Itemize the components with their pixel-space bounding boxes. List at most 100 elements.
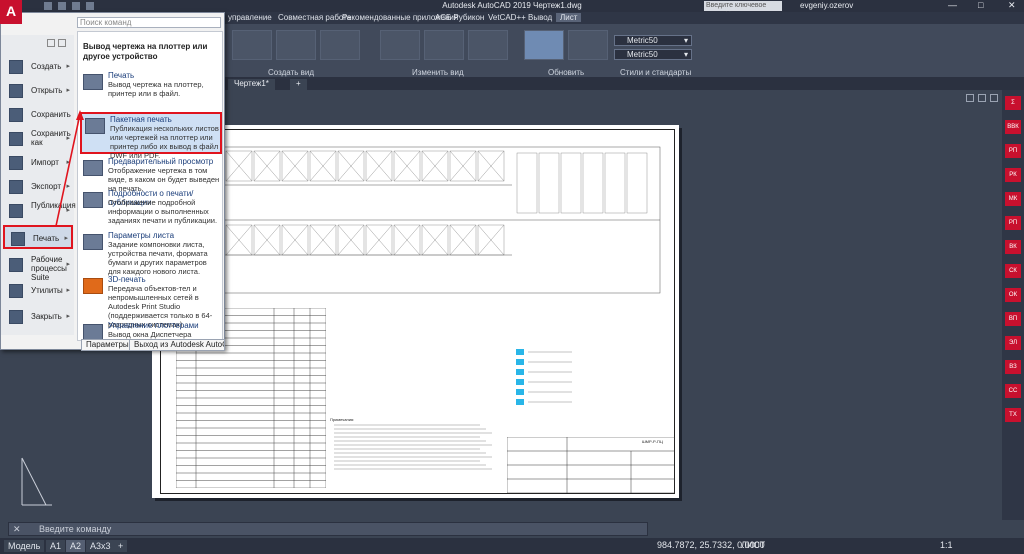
user-name[interactable]: evgeniy.ozerov (800, 1, 853, 10)
menu-item-suite-workflows[interactable]: Рабочие процессы Suite ▸ (3, 253, 73, 282)
doc-tab-drawing1[interactable]: Чертеж1* (228, 79, 275, 90)
toolbar-tool-button[interactable]: ОК (1005, 288, 1021, 302)
style-select-2[interactable]: Metric50 (614, 49, 692, 60)
ribbon-button[interactable] (320, 30, 360, 60)
menu-item-publish[interactable]: Публикация ▸ (3, 199, 76, 223)
plot-details-icon (83, 192, 103, 208)
legend-symbol (516, 359, 524, 365)
new-layout-button[interactable]: + (114, 540, 128, 552)
title-block (507, 437, 675, 493)
menu-item-label: Публикация (31, 201, 76, 210)
menu-item-save-as[interactable]: Сохранить как ▸ (3, 127, 73, 151)
toolbar-tool-button[interactable]: РП (1005, 144, 1021, 158)
menu-item-export[interactable]: Экспорт ▸ (3, 175, 73, 199)
submenu-item-plotter-manager[interactable]: Управление плоттерами Вывод окна Диспетч… (80, 320, 222, 348)
submenu-item-page-setup[interactable]: Параметры листа Задание компоновки листа… (80, 230, 222, 276)
submenu-item-plot-details[interactable]: Подробности о печати/публикации Отображе… (80, 188, 222, 230)
submenu-item-plot[interactable]: Печать Вывод чертежа на плоттер, принтер… (80, 70, 222, 112)
annotation-scale[interactable]: 1:1 (940, 540, 953, 550)
publish-icon (9, 204, 23, 218)
menu-item-label: Сохранить (31, 110, 71, 119)
search-input[interactable]: Введите ключевое слово/фразу (704, 1, 782, 19)
panel-title-update: Обновить (548, 68, 585, 77)
tab-output[interactable]: Вывод (528, 13, 552, 22)
submenu-item-batch-plot[interactable]: Пакетная печать Публикация нескольких ли… (80, 112, 222, 160)
toolbar-tool-button[interactable]: СК (1005, 264, 1021, 278)
print-submenu: Вывод чертежа на плоттер или другое устр… (77, 31, 223, 348)
toolbar-tool-button[interactable]: ВЗ (1005, 360, 1021, 374)
panel-title-create-view: Создать вид (268, 68, 315, 77)
layout-tab-a2[interactable]: A2 (66, 540, 86, 552)
menu-item-utilities[interactable]: Утилиты ▸ (3, 279, 73, 303)
ribbon-button[interactable] (568, 30, 608, 60)
toolbar-tool-button[interactable]: ВП (1005, 312, 1021, 326)
toolbar-tool-button[interactable]: РК (1005, 168, 1021, 182)
ribbon-button[interactable] (468, 30, 508, 60)
legend-symbol (516, 349, 524, 355)
save-icon (9, 108, 23, 122)
submenu-item-desc: Вывод чертежа на плоттер, принтер или в … (108, 80, 204, 98)
restore-viewport-icon[interactable] (978, 94, 986, 102)
style-select-1[interactable]: Metric50 (614, 35, 692, 46)
plan-room (538, 152, 560, 214)
command-line[interactable]: ✕ Введите команду (8, 522, 648, 536)
close-button[interactable]: ✕ (1008, 0, 1016, 11)
chevron-right-icon: ▸ (64, 235, 68, 242)
new-tab-button[interactable]: + (290, 79, 307, 90)
exit-autocad-button[interactable]: Выход из Autodesk AutoCAD 2019 (129, 339, 225, 351)
page-setup-icon (83, 234, 103, 250)
panel-title-modify-view: Изменить вид (412, 68, 464, 77)
toolbar-tool-button[interactable]: МК (1005, 192, 1021, 206)
ribbon-button[interactable] (232, 30, 272, 60)
tab-collaborate[interactable]: Совместная работа (278, 13, 351, 22)
maximize-button[interactable]: □ (978, 0, 983, 10)
space-toggle[interactable]: ЛИСТ (741, 540, 765, 550)
toolbar-tool-button[interactable]: ВВК (1005, 120, 1021, 134)
options-button[interactable]: Параметры (81, 339, 134, 351)
plan-room (516, 152, 538, 214)
save-as-icon (9, 132, 23, 146)
update-button[interactable] (524, 30, 564, 60)
legend-symbol (516, 379, 524, 385)
panel-title-styles: Стили и стандарты (620, 68, 692, 77)
close-viewport-icon[interactable] (990, 94, 998, 102)
minimize-viewport-icon[interactable] (966, 94, 974, 102)
menu-item-print[interactable]: Печать ▸ (3, 225, 73, 249)
tab-vetcad[interactable]: VetCAD++ (488, 13, 526, 22)
toolbar-tool-button[interactable]: Σ (1005, 96, 1021, 110)
close-command-icon[interactable]: ✕ (13, 523, 21, 535)
chevron-right-icon: ▸ (66, 313, 70, 320)
open-folder-icon (9, 84, 23, 98)
tab-manage[interactable]: управление (228, 13, 272, 22)
menu-item-close[interactable]: Закрыть ▸ (3, 305, 73, 329)
chevron-right-icon: ▸ (66, 287, 70, 294)
submenu-item-desc: Публикация нескольких листов или чертеже… (110, 124, 219, 160)
minimize-button[interactable]: — (948, 0, 957, 10)
toolbar-tool-button[interactable]: СС (1005, 384, 1021, 398)
ribbon-button[interactable] (380, 30, 420, 60)
ribbon-button[interactable] (424, 30, 464, 60)
menu-item-save[interactable]: Сохранить (3, 103, 73, 127)
recent-docs-icon[interactable] (47, 39, 55, 47)
menu-item-new[interactable]: Создать ▸ (3, 55, 73, 79)
menu-item-label: Закрыть (31, 312, 62, 321)
app-button[interactable]: A (0, 0, 22, 24)
submenu-item-3d-print[interactable]: 3D-печать Передача объектов-тел и непром… (80, 274, 222, 329)
menu-item-open[interactable]: Открыть ▸ (3, 79, 73, 103)
layout-tab-a3x3[interactable]: A3x3 (86, 540, 115, 552)
layout-tab-a1[interactable]: A1 (46, 540, 66, 552)
command-input[interactable]: Введите команду (39, 524, 111, 534)
layout-tab-model[interactable]: Модель (4, 540, 45, 552)
plan-room (560, 152, 582, 214)
tab-asb-rubikon[interactable]: АСБ Рубикон (435, 13, 484, 22)
toolbar-tool-button[interactable]: ЭЛ (1005, 336, 1021, 350)
plan-room (604, 152, 626, 214)
toolbar-tool-button[interactable]: РП (1005, 216, 1021, 230)
command-search-input[interactable]: Поиск команд (77, 17, 221, 28)
ribbon-button[interactable] (276, 30, 316, 60)
toolbar-tool-button[interactable]: ТХ (1005, 408, 1021, 422)
tab-layout[interactable]: Лист (556, 13, 582, 22)
toolbar-tool-button[interactable]: ВК (1005, 240, 1021, 254)
open-docs-icon[interactable] (58, 39, 66, 47)
menu-item-import[interactable]: Импорт ▸ (3, 151, 73, 175)
